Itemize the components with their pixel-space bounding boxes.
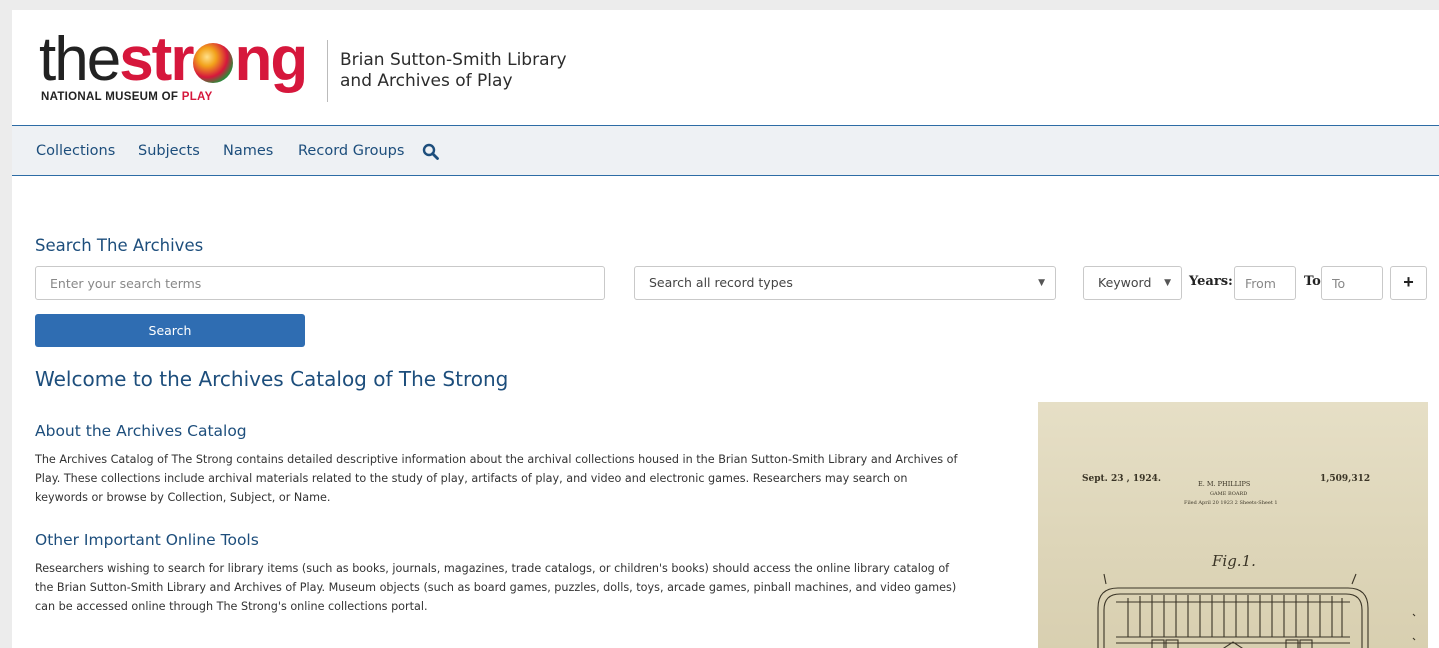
site-header: thestr ng NATIONAL MUSEUM OF PLAY Brian S… xyxy=(12,10,1439,126)
the-strong-logo[interactable]: thestr ng NATIONAL MUSEUM OF PLAY xyxy=(39,25,319,108)
logo-divider xyxy=(327,40,328,102)
about-heading: About the Archives Catalog xyxy=(35,422,247,440)
nav-record-groups[interactable]: Record Groups xyxy=(298,143,404,159)
search-button[interactable]: Search xyxy=(35,314,305,347)
patent-board-drawing xyxy=(1097,573,1416,648)
years-label: Years: xyxy=(1189,274,1233,289)
welcome-heading: Welcome to the Archives Catalog of The S… xyxy=(35,367,509,391)
page: thestr ng NATIONAL MUSEUM OF PLAY Brian S… xyxy=(12,10,1439,648)
search-title: Search The Archives xyxy=(35,236,204,255)
nav-subjects[interactable]: Subjects xyxy=(138,143,200,159)
about-line-3: keywords or browse by Collection, Subjec… xyxy=(35,491,331,504)
main-navbar: Collections Subjects Names Record Groups xyxy=(12,125,1439,176)
logo-word-the: the xyxy=(39,25,121,94)
year-to-input[interactable] xyxy=(1321,266,1383,300)
library-name-line2: and Archives of Play xyxy=(340,71,513,91)
record-type-select[interactable]: Search all record types ▼ xyxy=(634,266,1056,300)
logo-tagline: NATIONAL MUSEUM OF PLAY xyxy=(41,91,213,103)
tools-paragraph: Researchers wishing to search for librar… xyxy=(35,559,1010,616)
search-icon[interactable] xyxy=(422,143,440,161)
tools-line-2: the Brian Sutton-Smith Library and Archi… xyxy=(35,581,957,594)
nav-names[interactable]: Names xyxy=(223,143,273,159)
record-type-selected: Search all record types xyxy=(649,275,793,290)
marble-icon xyxy=(193,43,234,83)
patent-drawing-image: Sept. 23 , 1924. E. M. PHILLIPS 1,509,31… xyxy=(1038,402,1428,648)
field-select[interactable]: Keyword ▼ xyxy=(1083,266,1182,300)
dropdown-arrow-icon: ▼ xyxy=(1038,278,1045,288)
logo-word-str: str xyxy=(119,25,194,94)
about-line-2: Play. These collections include archival… xyxy=(35,472,908,485)
logo-word-ng: ng xyxy=(234,25,308,94)
logo-tag-main: NATIONAL MUSEUM OF xyxy=(41,91,182,103)
to-label: To xyxy=(1304,274,1321,289)
tools-line-1: Researchers wishing to search for librar… xyxy=(35,562,950,575)
add-search-row-button[interactable]: + xyxy=(1390,266,1427,300)
nav-collections[interactable]: Collections xyxy=(36,143,115,159)
field-selected: Keyword xyxy=(1098,275,1152,290)
about-paragraph: The Archives Catalog of The Strong conta… xyxy=(35,450,1010,507)
library-name: Brian Sutton-Smith Library and Archives … xyxy=(340,50,567,92)
year-from-input[interactable] xyxy=(1234,266,1296,300)
search-input[interactable] xyxy=(35,266,605,300)
dropdown-arrow-icon: ▼ xyxy=(1164,278,1171,288)
logo-tag-play: PLAY xyxy=(181,91,213,103)
tools-heading: Other Important Online Tools xyxy=(35,531,259,549)
library-name-line1: Brian Sutton-Smith Library xyxy=(340,50,567,70)
about-line-1: The Archives Catalog of The Strong conta… xyxy=(35,453,958,466)
logo-wordmark: thestr ng xyxy=(39,24,308,96)
tools-line-3: can be accessed online through The Stron… xyxy=(35,600,428,613)
